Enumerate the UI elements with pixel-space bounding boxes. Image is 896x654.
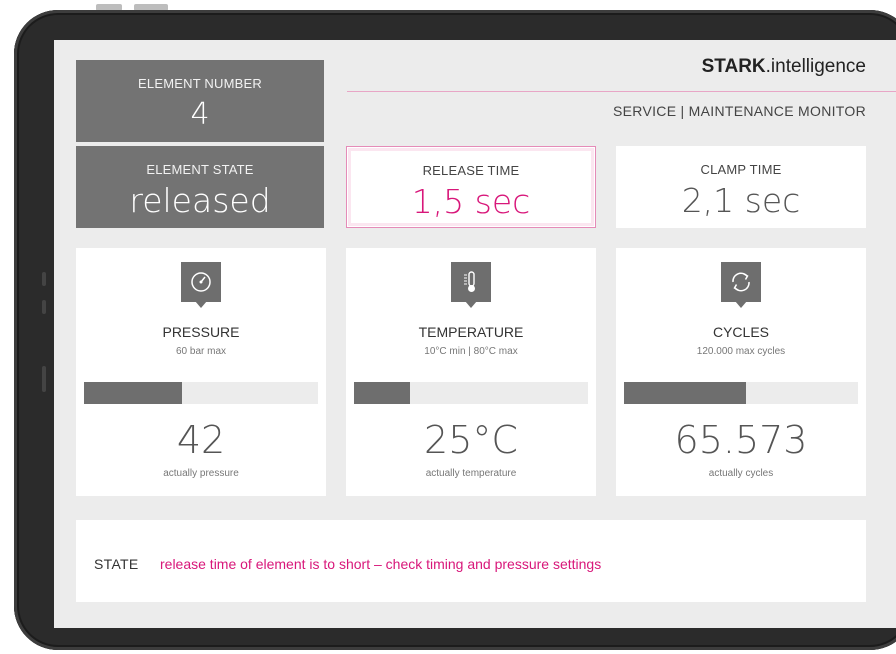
element-state-value: released	[129, 181, 271, 220]
header-divider	[347, 91, 896, 92]
tablet-side-button	[42, 366, 46, 392]
temperature-progress-bar	[354, 382, 588, 404]
element-state-tile: ELEMENT STATE released	[76, 146, 324, 228]
cycle-icon	[721, 262, 761, 308]
state-bar: STATE release time of element is to shor…	[76, 520, 866, 602]
state-message: release time of element is to short – ch…	[160, 556, 602, 572]
metric-value: 65.573	[674, 418, 808, 462]
pressure-progress-bar	[84, 382, 318, 404]
metric-subtitle: 10°C min | 80°C max	[424, 346, 518, 357]
element-state-label: ELEMENT STATE	[146, 162, 254, 177]
metric-caption: actually cycles	[708, 468, 774, 479]
metric-caption: actually pressure	[163, 468, 239, 479]
app-screen: STARK.intelligence SERVICE | MAINTENANCE…	[54, 40, 896, 628]
metric-value: 42	[176, 418, 226, 462]
page-subtitle: SERVICE | MAINTENANCE MONITOR	[613, 103, 866, 119]
tablet-side-button	[42, 300, 46, 314]
pressure-card: PRESSURE 60 bar max 42 actually pressure	[76, 248, 326, 496]
clamp-time-value: 2,1 sec	[681, 181, 801, 220]
release-time-label: RELEASE TIME	[422, 163, 520, 178]
brand-light: .intelligence	[765, 56, 866, 77]
element-number-value: 4	[190, 97, 210, 132]
tablet-side-button	[42, 272, 46, 286]
element-number-label: ELEMENT NUMBER	[138, 76, 262, 91]
thermometer-icon	[451, 262, 491, 308]
metric-title: PRESSURE	[162, 324, 240, 340]
release-time-tile: RELEASE TIME 1,5 sec	[346, 146, 596, 228]
metric-title: TEMPERATURE	[418, 324, 524, 340]
brand-bold: STARK	[701, 56, 766, 77]
progress-fill	[354, 382, 411, 404]
progress-fill	[84, 382, 183, 404]
metric-subtitle: 60 bar max	[175, 346, 227, 357]
gauge-icon	[181, 262, 221, 308]
clamp-time-label: CLAMP TIME	[700, 162, 782, 177]
state-label: STATE	[94, 556, 139, 572]
temperature-card: TEMPERATURE 10°C min | 80°C max 25°C act…	[346, 248, 596, 496]
element-number-tile: ELEMENT NUMBER 4	[76, 60, 324, 142]
metric-title: CYCLES	[712, 324, 770, 340]
progress-fill	[624, 382, 746, 404]
brand-logo: STARK.intelligence	[702, 56, 866, 78]
release-time-value: 1,5 sec	[411, 182, 531, 221]
clamp-time-tile: CLAMP TIME 2,1 sec	[616, 146, 866, 228]
cycles-progress-bar	[624, 382, 858, 404]
cycles-card: CYCLES 120.000 max cycles 65.573 actuall…	[616, 248, 866, 496]
metric-caption: actually temperature	[425, 468, 517, 479]
metric-value: 25°C	[424, 418, 518, 462]
metric-subtitle: 120.000 max cycles	[696, 346, 786, 357]
